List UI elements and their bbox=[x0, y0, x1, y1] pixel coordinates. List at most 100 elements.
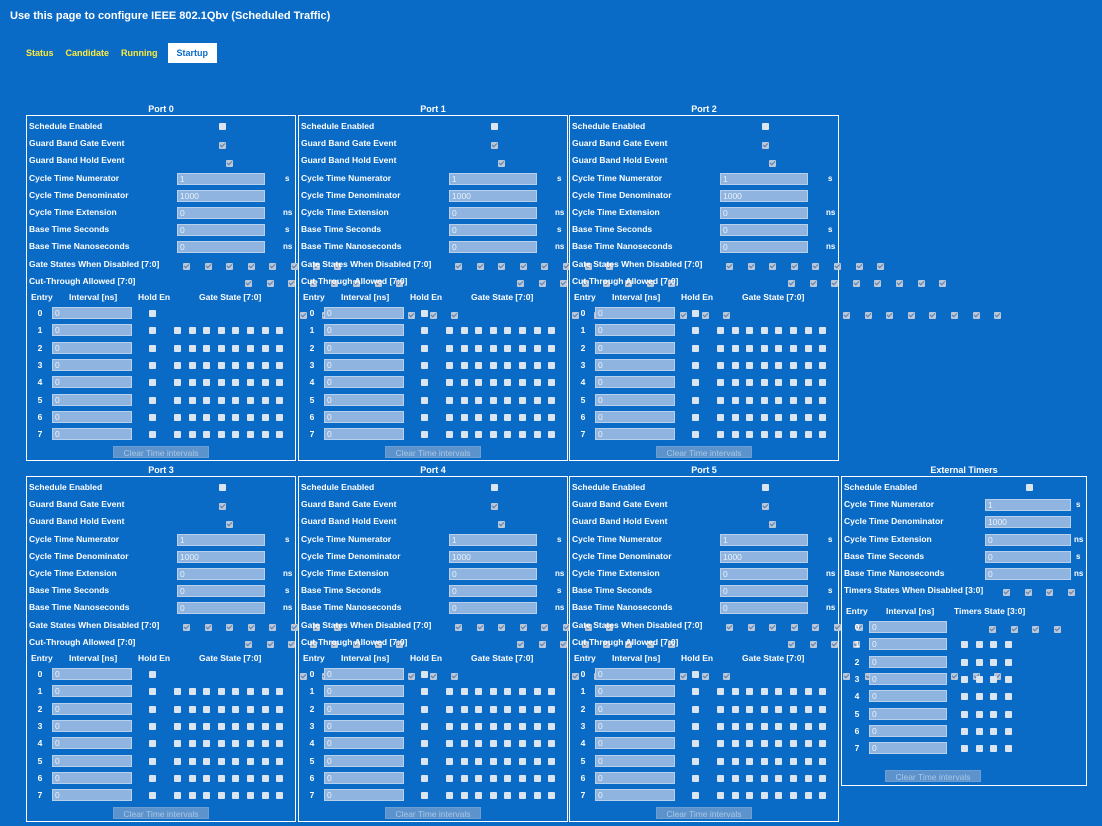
gate-state-checkbox[interactable] bbox=[446, 705, 453, 713]
gate-state-checkbox[interactable] bbox=[460, 327, 468, 335]
timer-state-checkbox[interactable] bbox=[975, 658, 983, 666]
tab-running[interactable]: Running bbox=[121, 48, 158, 58]
gate-state-checkbox[interactable] bbox=[489, 327, 497, 335]
hold-en-checkbox[interactable] bbox=[149, 722, 156, 730]
cut-through-allowed-bit-checkbox[interactable] bbox=[809, 640, 817, 648]
gate-state-checkbox[interactable] bbox=[775, 413, 783, 421]
tab-status[interactable]: Status bbox=[26, 48, 54, 58]
gate-state-checkbox[interactable] bbox=[446, 722, 453, 730]
gate-state-checkbox[interactable] bbox=[790, 792, 797, 800]
gate-state-checkbox[interactable] bbox=[819, 344, 827, 352]
timer-state-checkbox[interactable] bbox=[961, 693, 968, 701]
gate-state-checkbox[interactable] bbox=[504, 379, 512, 387]
gate-state-checkbox[interactable] bbox=[460, 361, 468, 369]
cut-through-allowed-bit-checkbox[interactable] bbox=[245, 640, 252, 648]
gate-states-when-disabled-bit-checkbox[interactable] bbox=[519, 262, 527, 270]
guard-band-gate-event-checkbox[interactable] bbox=[762, 503, 769, 511]
timer-state-disabled-checkbox[interactable] bbox=[1024, 589, 1032, 597]
cut-through-allowed-bit-checkbox[interactable] bbox=[245, 279, 252, 287]
base-time-nanoseconds-input[interactable]: 0 bbox=[449, 602, 537, 615]
gate-state-checkbox[interactable] bbox=[886, 312, 894, 320]
gate-state-checkbox[interactable] bbox=[843, 312, 850, 320]
gate-state-checkbox[interactable] bbox=[519, 688, 526, 696]
gate-state-checkbox[interactable] bbox=[261, 361, 269, 369]
gate-state-checkbox[interactable] bbox=[276, 361, 284, 369]
gate-state-checkbox[interactable] bbox=[519, 327, 526, 335]
gate-state-checkbox[interactable] bbox=[533, 688, 541, 696]
gate-state-checkbox[interactable] bbox=[276, 379, 284, 387]
hold-en-checkbox[interactable] bbox=[692, 705, 699, 713]
gate-state-checkbox[interactable] bbox=[819, 327, 827, 335]
hold-en-checkbox[interactable] bbox=[421, 688, 428, 696]
gate-state-checkbox[interactable] bbox=[804, 740, 812, 748]
timer-state-checkbox[interactable] bbox=[961, 727, 968, 735]
gate-state-checkbox[interactable] bbox=[775, 792, 783, 800]
gate-state-checkbox[interactable] bbox=[217, 344, 225, 352]
timer-state-checkbox[interactable] bbox=[1004, 658, 1012, 666]
interval-input[interactable]: 0 bbox=[595, 428, 675, 441]
cycle-time-numerator-input[interactable]: 1 bbox=[720, 172, 808, 185]
cycle-time-denominator-input[interactable]: 1000 bbox=[720, 550, 808, 563]
gate-state-checkbox[interactable] bbox=[174, 740, 181, 748]
gate-state-checkbox[interactable] bbox=[760, 396, 768, 404]
interval-input[interactable]: 0 bbox=[324, 341, 404, 354]
gate-state-checkbox[interactable] bbox=[548, 688, 556, 696]
gate-state-checkbox[interactable] bbox=[203, 705, 211, 713]
hold-en-checkbox[interactable] bbox=[421, 327, 428, 335]
gate-state-checkbox[interactable] bbox=[203, 774, 211, 782]
interval-input[interactable]: 0 bbox=[595, 324, 675, 337]
gate-state-checkbox[interactable] bbox=[217, 327, 225, 335]
timer-state-disabled-checkbox[interactable] bbox=[1003, 589, 1010, 597]
gate-state-checkbox[interactable] bbox=[775, 774, 783, 782]
gate-state-checkbox[interactable] bbox=[717, 740, 724, 748]
gate-state-checkbox[interactable] bbox=[475, 413, 483, 421]
gate-state-checkbox[interactable] bbox=[489, 361, 497, 369]
gate-states-when-disabled-bit-checkbox[interactable] bbox=[269, 262, 277, 270]
gate-states-when-disabled-bit-checkbox[interactable] bbox=[269, 623, 277, 631]
gate-state-checkbox[interactable] bbox=[504, 344, 512, 352]
interval-input[interactable]: 0 bbox=[52, 393, 132, 406]
gate-state-checkbox[interactable] bbox=[217, 757, 225, 765]
gate-state-checkbox[interactable] bbox=[519, 740, 526, 748]
interval-input[interactable]: 0 bbox=[595, 341, 675, 354]
gate-state-checkbox[interactable] bbox=[188, 431, 196, 439]
gate-state-checkbox[interactable] bbox=[746, 344, 754, 352]
interval-input[interactable]: 0 bbox=[52, 358, 132, 371]
gate-state-checkbox[interactable] bbox=[247, 327, 254, 335]
gate-state-checkbox[interactable] bbox=[519, 379, 526, 387]
cycle-time-extension-input[interactable]: 0 bbox=[720, 568, 808, 580]
gate-state-checkbox[interactable] bbox=[217, 792, 225, 800]
gate-state-checkbox[interactable] bbox=[475, 361, 483, 369]
timer-interval-input[interactable]: 0 bbox=[869, 742, 947, 755]
gate-state-checkbox[interactable] bbox=[203, 327, 211, 335]
gate-state-checkbox[interactable] bbox=[717, 396, 724, 404]
gate-state-checkbox[interactable] bbox=[731, 413, 739, 421]
guard-band-gate-event-checkbox[interactable] bbox=[219, 503, 226, 511]
gate-state-checkbox[interactable] bbox=[261, 740, 269, 748]
gate-state-checkbox[interactable] bbox=[760, 327, 768, 335]
timer-state-checkbox[interactable] bbox=[961, 710, 968, 718]
gate-state-checkbox[interactable] bbox=[760, 344, 768, 352]
cut-through-allowed-bit-checkbox[interactable] bbox=[538, 279, 546, 287]
gate-state-checkbox[interactable] bbox=[446, 431, 453, 439]
hold-en-checkbox[interactable] bbox=[692, 396, 699, 404]
gate-state-checkbox[interactable] bbox=[460, 740, 468, 748]
schedule-enabled-checkbox[interactable] bbox=[762, 123, 769, 130]
gate-state-checkbox[interactable] bbox=[232, 705, 240, 713]
gate-state-checkbox[interactable] bbox=[489, 705, 497, 713]
gate-state-checkbox[interactable] bbox=[819, 413, 827, 421]
interval-input[interactable]: 0 bbox=[595, 410, 675, 423]
gate-state-checkbox[interactable] bbox=[460, 431, 468, 439]
gate-state-checkbox[interactable] bbox=[790, 688, 797, 696]
gate-state-checkbox[interactable] bbox=[232, 396, 240, 404]
gate-state-checkbox[interactable] bbox=[475, 705, 483, 713]
gate-state-checkbox[interactable] bbox=[232, 431, 240, 439]
timer-state-checkbox[interactable] bbox=[990, 727, 998, 735]
gate-state-checkbox[interactable] bbox=[446, 396, 453, 404]
gate-state-checkbox[interactable] bbox=[731, 361, 739, 369]
gate-state-checkbox[interactable] bbox=[174, 792, 181, 800]
gate-state-checkbox[interactable] bbox=[790, 413, 797, 421]
gate-state-checkbox[interactable] bbox=[790, 774, 797, 782]
hold-en-checkbox[interactable] bbox=[421, 310, 428, 317]
interval-input[interactable]: 0 bbox=[595, 754, 675, 767]
